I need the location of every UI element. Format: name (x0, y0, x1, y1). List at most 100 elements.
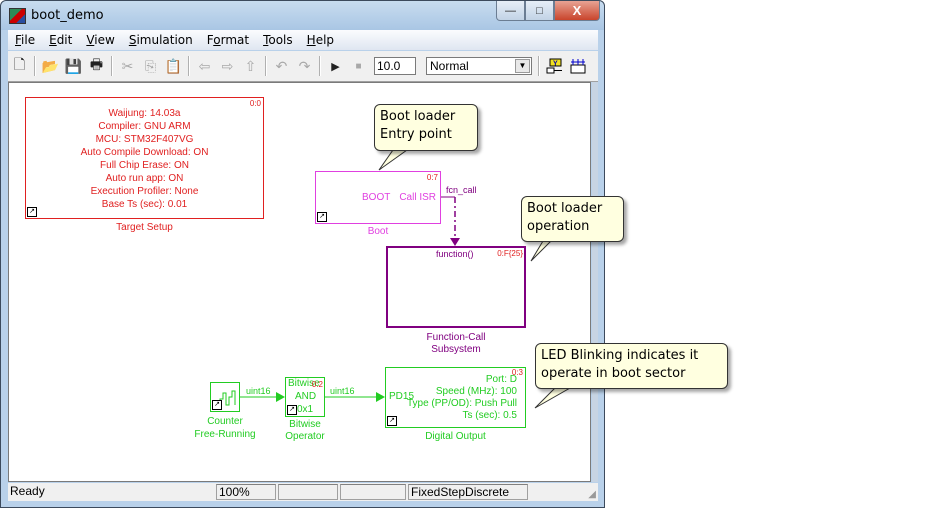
svg-text:Y: Y (553, 61, 558, 68)
menu-view-label: iew (94, 33, 115, 47)
menu-tools-label: ools (268, 33, 293, 47)
redo-icon[interactable]: ↷ (293, 55, 316, 77)
forward-arrow-icon[interactable]: ⇨ (216, 55, 239, 77)
boot-label[interactable]: Boot (315, 226, 441, 237)
menu-view[interactable]: View (79, 33, 121, 47)
menu-format-label: rmat (220, 33, 250, 47)
target-setup-label[interactable]: Target Setup (25, 222, 264, 233)
bitwise-operator-label[interactable]: Bitwise Operator (270, 419, 340, 443)
label-line: Operator (285, 431, 325, 442)
menu-help[interactable]: Help (300, 33, 341, 47)
fcn-call-signal-label: fcn_call (446, 185, 477, 195)
stop-time-input[interactable] (374, 57, 416, 75)
window-title: boot_demo (31, 8, 104, 23)
counter-label[interactable]: Counter Free-Running (190, 415, 260, 441)
status-field-4 (340, 484, 406, 500)
digital-output-label[interactable]: Digital Output (385, 431, 526, 442)
library-browser-icon[interactable]: Y (543, 55, 566, 77)
maximize-button[interactable]: □ (525, 1, 554, 21)
param-line: Execution Profiler: None (90, 186, 199, 197)
minimize-button[interactable]: — (496, 1, 525, 21)
callout-line: Boot loader (380, 109, 456, 124)
zoom-level: 100% (216, 484, 276, 500)
solver-status: FixedStepDiscrete (408, 484, 528, 500)
print-icon[interactable]: 🖶 (85, 55, 108, 77)
mask-text: 0x1 (297, 404, 314, 415)
new-file-icon[interactable]: 🗋 (8, 55, 31, 77)
label-line: Counter (207, 416, 243, 427)
and-text: AND (295, 391, 317, 402)
function-call-subsystem-label[interactable]: Function-Call Subsystem (386, 332, 526, 356)
cut-icon[interactable]: ✂ (116, 55, 139, 77)
menu-format[interactable]: Format (200, 33, 256, 47)
param-line: Type (PP/OD): Push Pull (406, 398, 517, 409)
boot-text: BOOT (362, 192, 391, 203)
call-isr-port-label: Call ISR (399, 192, 436, 203)
bitwise-operator-block[interactable]: Bitwise 0:2 AND 0x1 ↗ (285, 377, 325, 417)
menu-file-label: ile (21, 33, 36, 47)
toolbar-separator (538, 56, 540, 76)
target-setup-block[interactable]: 0:0 Waijung: 14.03a Compiler: GNU ARM MC… (25, 97, 264, 219)
priority-label: 0:F{25} (497, 249, 523, 258)
menu-help-label: elp (315, 33, 335, 47)
callout-line: operate in boot sector (541, 366, 686, 381)
toolbar-separator (111, 56, 113, 76)
undo-icon[interactable]: ↶ (270, 55, 293, 77)
function-call-subsystem-block[interactable]: function() 0:F{25} (386, 246, 526, 328)
library-link-icon: ↗ (27, 207, 37, 217)
menu-edit[interactable]: Edit (42, 33, 79, 47)
copy-icon[interactable]: ⎘ (139, 55, 162, 77)
menu-edit-label: dit (56, 33, 73, 47)
priority-label: 0:2 (311, 380, 323, 389)
close-button[interactable]: X (554, 1, 600, 21)
param-line: Base Ts (sec): 0.01 (101, 199, 188, 210)
simulink-app-icon (9, 8, 26, 24)
library-link-icon: ↗ (387, 416, 397, 426)
callout-entry-point[interactable]: Boot loader Entry point (374, 104, 478, 151)
callout-line: Boot loader (527, 201, 603, 216)
title-bar[interactable]: boot_demo — □ X (1, 1, 604, 30)
boot-block[interactable]: 0:7 BOOT Call ISR ↗ (315, 171, 441, 224)
menu-help-accel: H (306, 33, 316, 47)
chevron-down-icon[interactable]: ▼ (515, 59, 530, 73)
label-line: Function-Call (426, 332, 486, 343)
callout-led-blinking[interactable]: LED Blinking indicates it operate in boo… (535, 343, 728, 389)
status-bar: Ready 100% FixedStepDiscrete ◢ (8, 483, 598, 501)
library-link-icon: ↗ (317, 212, 327, 222)
menu-file[interactable]: File (8, 33, 42, 47)
label-line: Free-Running (194, 429, 256, 440)
library-link-icon: ↗ (212, 400, 222, 410)
paste-icon[interactable]: 📋 (162, 55, 185, 77)
back-arrow-icon[interactable]: ⇦ (193, 55, 216, 77)
stop-icon[interactable]: ■ (347, 55, 370, 77)
vertical-scrollbar[interactable] (592, 82, 598, 482)
up-arrow-icon[interactable]: ⇧ (239, 55, 262, 77)
resize-grip-icon[interactable]: ◢ (588, 489, 596, 500)
uint16-signal-label: uint16 (246, 386, 271, 396)
menu-simulation-label: imulation (136, 33, 193, 47)
simulation-mode-select[interactable]: Normal ▼ (426, 57, 532, 75)
target-setup-params: Waijung: 14.03a Compiler: GNU ARM MCU: S… (26, 107, 263, 211)
param-line: Compiler: GNU ARM (98, 121, 191, 132)
param-line: Ts (sec): 0.5 (462, 410, 517, 421)
callout-operation[interactable]: Boot loader operation (521, 196, 624, 242)
menu-format-accel: o (213, 33, 221, 47)
menu-simulation[interactable]: Simulation (122, 33, 200, 47)
open-folder-icon[interactable]: 📂 (39, 55, 62, 77)
digital-output-block[interactable]: 0:3 PD15 Port: D Speed (MHz): 100 Type (… (385, 367, 526, 428)
param-line: Auto Compile Download: ON (80, 147, 209, 158)
play-icon[interactable]: ▶ (324, 55, 347, 77)
counter-block[interactable]: ↗ (210, 382, 240, 412)
toolbar-separator (188, 56, 190, 76)
uint16-signal-label: uint16 (330, 386, 355, 396)
status-text: Ready (10, 484, 45, 498)
menu-tools[interactable]: Tools (256, 33, 300, 47)
save-icon[interactable]: 💾 (62, 55, 85, 77)
param-line: MCU: STM32F407VG (95, 134, 194, 145)
toolbar: 🗋 📂 💾 🖶 ✂ ⎘ 📋 ⇦ ⇨ ⇧ ↶ ↷ ▶ ■ Normal ▼ Y (8, 51, 598, 82)
model-explorer-icon[interactable] (566, 55, 589, 77)
param-line: Auto run app: ON (105, 173, 184, 184)
callout-line: LED Blinking indicates it (541, 348, 699, 363)
label-line: Bitwise (289, 419, 321, 430)
param-line: Port: D (485, 374, 517, 385)
